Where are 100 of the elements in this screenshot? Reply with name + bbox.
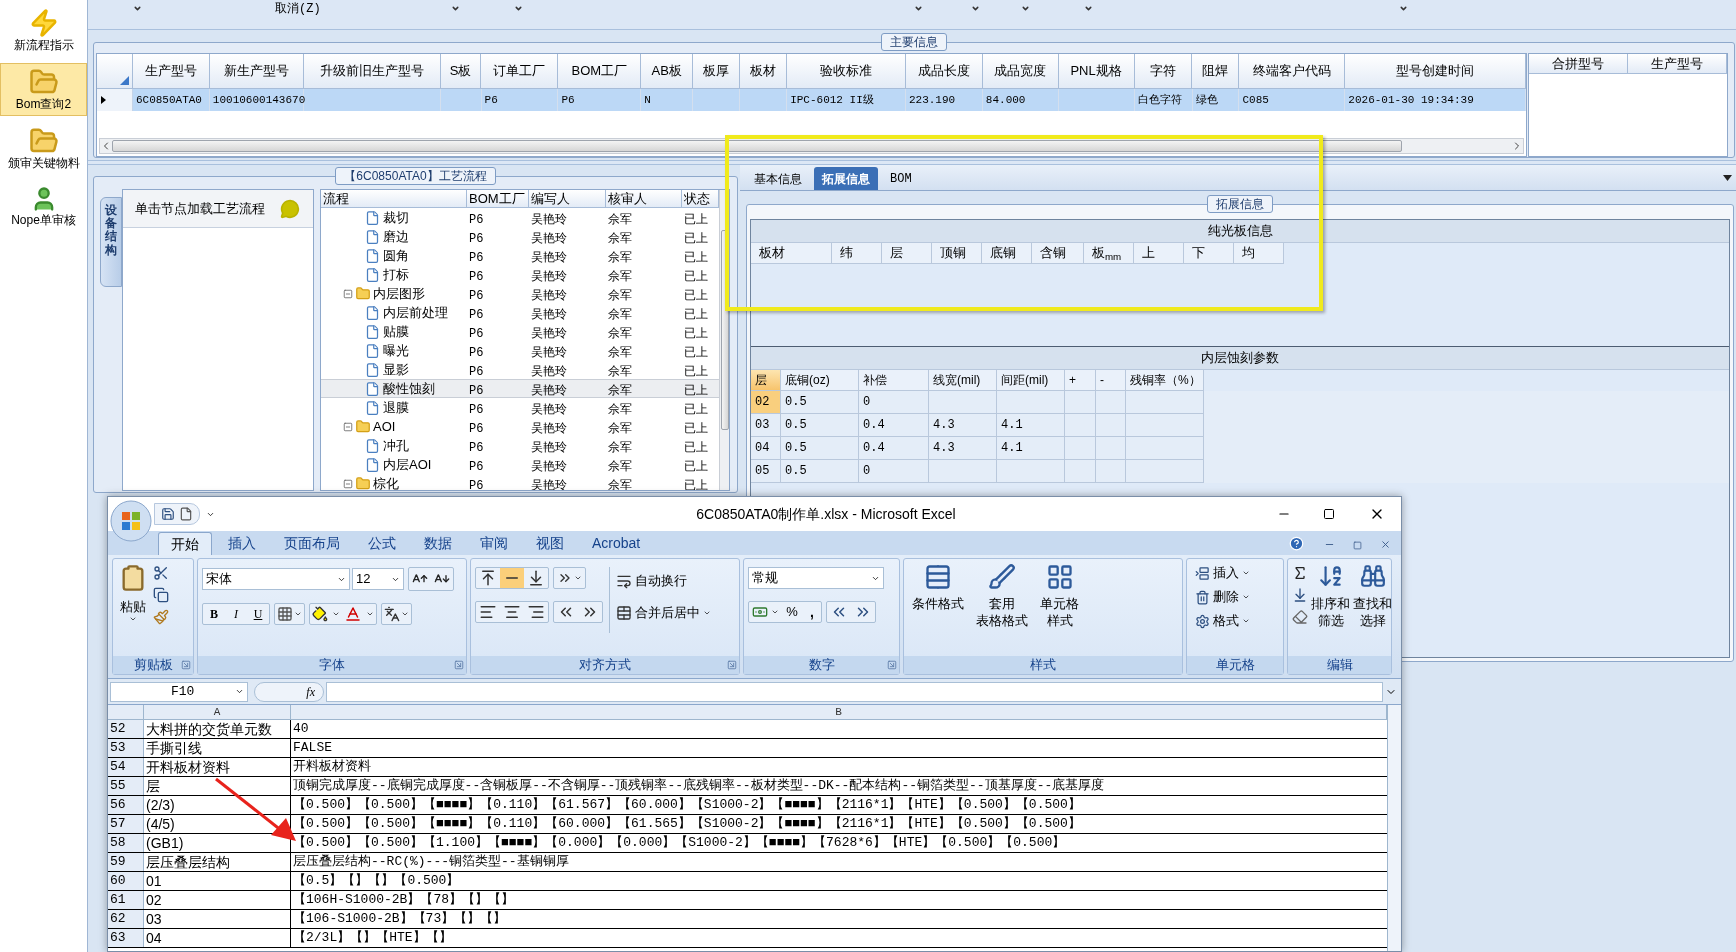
dropdown-caret-icon[interactable] xyxy=(1723,175,1732,181)
dropdown-caret-icon[interactable] xyxy=(1083,4,1093,13)
ribbon-tab[interactable]: 审阅 xyxy=(468,532,520,555)
collapse-icon[interactable] xyxy=(343,288,353,299)
help-icon[interactable] xyxy=(1289,536,1304,551)
ribbon-tab[interactable]: 数据 xyxy=(412,532,464,555)
underline-button[interactable]: U xyxy=(247,604,269,624)
sort-filter-button[interactable]: 排序和 筛选 xyxy=(1311,563,1350,629)
name-box[interactable]: F10 xyxy=(110,681,248,702)
save-icon[interactable] xyxy=(161,507,175,521)
tree-node[interactable]: 磨边 xyxy=(383,226,409,247)
insert-cells-button[interactable]: 插入 xyxy=(1195,563,1283,583)
sidebar-item[interactable]: 颁审关键物料 xyxy=(0,122,87,175)
merge-center-button[interactable]: 合并后居中 xyxy=(616,601,711,625)
cell-styles-button[interactable]: 单元格 样式 xyxy=(1038,563,1081,629)
font-color-icon[interactable] xyxy=(344,605,362,623)
phonetic-icon[interactable] xyxy=(384,606,400,622)
dropdown-caret-icon[interactable] xyxy=(913,4,923,13)
sidebar-item[interactable]: Nope单审核 xyxy=(0,181,87,232)
cancel-button[interactable]: 取消(Z) xyxy=(275,2,321,16)
row-header[interactable]: 54 xyxy=(108,758,144,776)
ribbon-tab[interactable]: 公式 xyxy=(356,532,408,555)
row-header[interactable]: 59 xyxy=(108,853,144,871)
vertical-scrollbar[interactable] xyxy=(719,190,729,490)
sum-icon[interactable] xyxy=(1292,565,1308,581)
tab[interactable]: 拓展信息 xyxy=(814,167,878,190)
tab[interactable]: BOM xyxy=(882,167,920,190)
vertical-tab[interactable]: 设备结构 xyxy=(100,197,122,287)
bold-button[interactable]: B xyxy=(203,604,225,624)
formula-field[interactable] xyxy=(326,681,1383,702)
comma-button[interactable]: , xyxy=(803,601,821,623)
tree-node[interactable]: 曝光 xyxy=(383,340,409,361)
delete-cells-button[interactable]: 删除 xyxy=(1195,587,1283,607)
currency-icon[interactable] xyxy=(751,604,769,620)
format-cells-button[interactable]: 格式 xyxy=(1195,611,1283,631)
tree-node[interactable]: 显影 xyxy=(383,359,409,380)
row-header[interactable]: 61 xyxy=(108,891,144,909)
find-select-button[interactable]: 查找和 选择 xyxy=(1353,563,1392,629)
dropdown-caret-icon[interactable] xyxy=(1398,4,1408,13)
caret-icon[interactable] xyxy=(332,610,340,618)
row-header[interactable]: 52 xyxy=(108,720,144,738)
vertical-align-icon[interactable] xyxy=(500,568,524,588)
dropdown-caret-icon[interactable] xyxy=(970,4,980,13)
insert-function-button[interactable]: fx xyxy=(254,681,324,702)
row-header[interactable]: 04 xyxy=(751,437,781,460)
font-size-field[interactable]: 12 xyxy=(352,568,404,590)
caret-icon[interactable] xyxy=(294,610,302,618)
percent-button[interactable]: % xyxy=(781,602,803,622)
ribbon-tab[interactable]: 插入 xyxy=(216,532,268,555)
dropdown-caret-icon[interactable] xyxy=(133,4,142,13)
caret-icon[interactable] xyxy=(574,574,582,582)
eraser-icon[interactable] xyxy=(1292,609,1308,625)
tree-row[interactable]: 酸性蚀刻 P6 吴艳玲 佘军 已上 xyxy=(321,379,719,398)
fill-icon[interactable] xyxy=(1292,587,1308,603)
row-header[interactable]: 56 xyxy=(108,796,144,814)
tree-node[interactable]: 内层前处理 xyxy=(383,302,448,323)
row-header[interactable]: 05 xyxy=(751,460,781,483)
vertical-scrollbar[interactable] xyxy=(1387,705,1401,951)
row-header[interactable]: 62 xyxy=(108,910,144,928)
tree-node[interactable]: 内层图形 xyxy=(373,283,425,304)
tree-node[interactable]: 圆角 xyxy=(383,245,409,266)
ribbon-tab[interactable]: 开始 xyxy=(158,532,212,555)
tree-node[interactable]: AOI xyxy=(373,416,396,437)
collapse-icon[interactable] xyxy=(343,478,353,489)
ribbon-tab[interactable]: 视图 xyxy=(524,532,576,555)
copy-icon[interactable] xyxy=(153,587,169,603)
dropdown-caret-icon[interactable] xyxy=(450,4,460,13)
number-format-field[interactable]: 常规 xyxy=(748,567,884,589)
border-icon[interactable] xyxy=(277,606,293,622)
conditional-format-button[interactable]: 条件格式 xyxy=(910,563,966,629)
fill-color-icon[interactable] xyxy=(312,606,328,622)
tree-node[interactable]: 棕化 xyxy=(373,473,399,490)
row-header[interactable]: 03 xyxy=(751,414,781,437)
ribbon-tab[interactable]: Acrobat xyxy=(580,532,653,555)
row-header[interactable]: 55 xyxy=(108,777,144,795)
italic-button[interactable]: I xyxy=(225,604,247,624)
tab[interactable]: 基本信息 xyxy=(746,167,810,190)
ribbon-tab[interactable]: 页面布局 xyxy=(272,532,352,555)
maximize-icon[interactable] xyxy=(1323,508,1335,520)
dropdown-caret-icon[interactable] xyxy=(1020,4,1030,13)
cut-icon[interactable] xyxy=(153,565,169,581)
format-painter-icon[interactable] xyxy=(153,609,169,625)
row-header[interactable]: 60 xyxy=(108,872,144,890)
collapse-icon[interactable] xyxy=(343,421,353,432)
caret-icon[interactable] xyxy=(401,610,409,618)
dropdown-caret-icon[interactable] xyxy=(513,4,523,13)
tree-node[interactable]: 冲孔 xyxy=(383,435,409,456)
row-header[interactable]: 63 xyxy=(108,929,144,947)
new-file-icon[interactable] xyxy=(179,507,193,521)
table-row[interactable]: 6C0850ATA0 10010600143670 P6 P6 N IPC-6012 II级 223.190 84.000 白色字符 绿色 C085 2026-01-30 19:34:39 xyxy=(97,89,1526,111)
tree-node[interactable]: 打标 xyxy=(383,264,409,285)
row-header[interactable]: 58 xyxy=(108,834,144,852)
row-header[interactable]: 02 xyxy=(751,391,781,414)
format-as-table-button[interactable]: 套用 表格格式 xyxy=(974,563,1030,629)
caret-icon[interactable] xyxy=(366,610,374,618)
office-button[interactable] xyxy=(110,500,152,542)
row-header[interactable]: 57 xyxy=(108,815,144,833)
tree-node[interactable]: 内层AOI xyxy=(383,454,432,475)
tree-node[interactable]: 贴膜 xyxy=(383,321,409,342)
tree-node[interactable]: 酸性蚀刻 xyxy=(383,378,435,399)
